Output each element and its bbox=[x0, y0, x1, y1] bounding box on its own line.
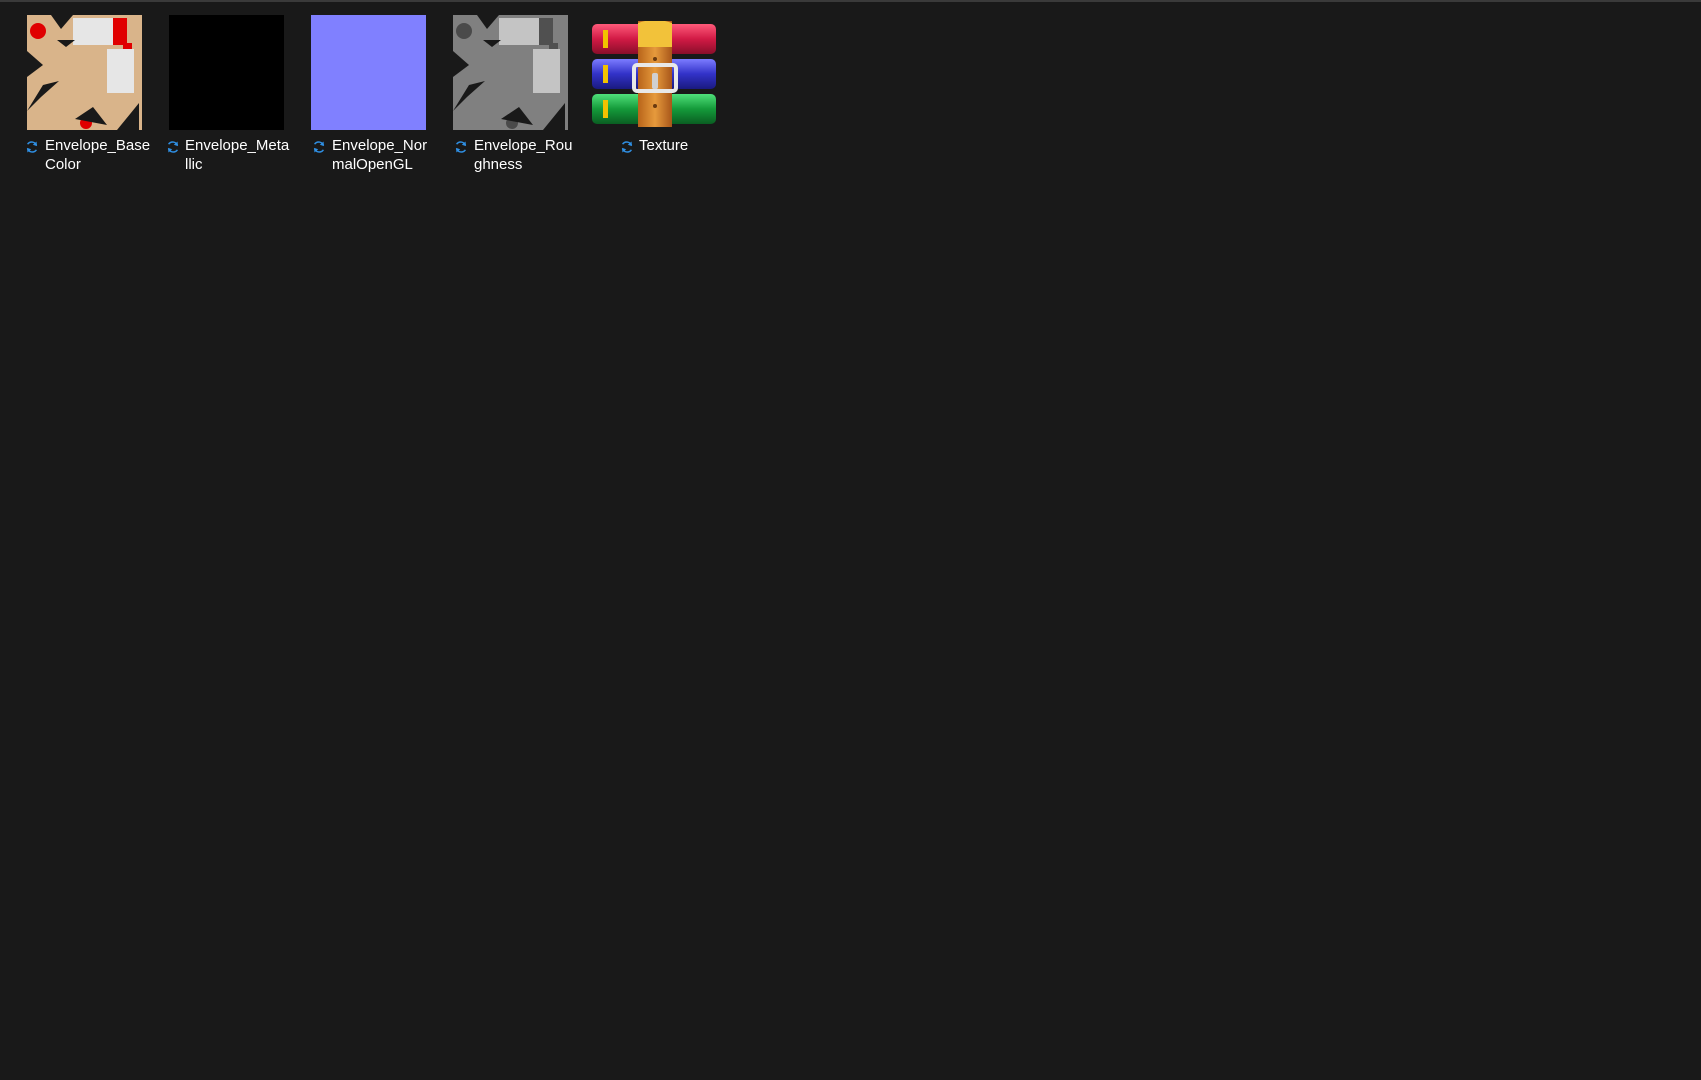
sync-pending-icon bbox=[454, 140, 468, 154]
file-name-label: Envelope_Rou ghness bbox=[474, 137, 573, 173]
base-color-texture-thumbnail bbox=[27, 15, 142, 130]
sync-pending-icon bbox=[312, 140, 326, 154]
file-name-label: Envelope_Meta llic bbox=[185, 137, 290, 173]
file-name-label: Envelope_Nor malOpenGL bbox=[332, 137, 428, 173]
roughness-texture-thumbnail bbox=[453, 15, 568, 130]
normal-map-thumbnail bbox=[311, 15, 426, 130]
file-name-label: Texture bbox=[639, 137, 689, 154]
sync-pending-icon bbox=[166, 140, 180, 154]
winrar-archive-icon bbox=[592, 21, 716, 127]
sync-pending-icon bbox=[620, 140, 634, 154]
file-name-label: Envelope_Base Color bbox=[45, 137, 151, 173]
metallic-texture-thumbnail bbox=[169, 15, 284, 130]
sync-pending-icon bbox=[25, 140, 39, 154]
file-view-area[interactable]: Envelope_Base Color Envelope_Meta llic E… bbox=[0, 2, 1701, 1080]
